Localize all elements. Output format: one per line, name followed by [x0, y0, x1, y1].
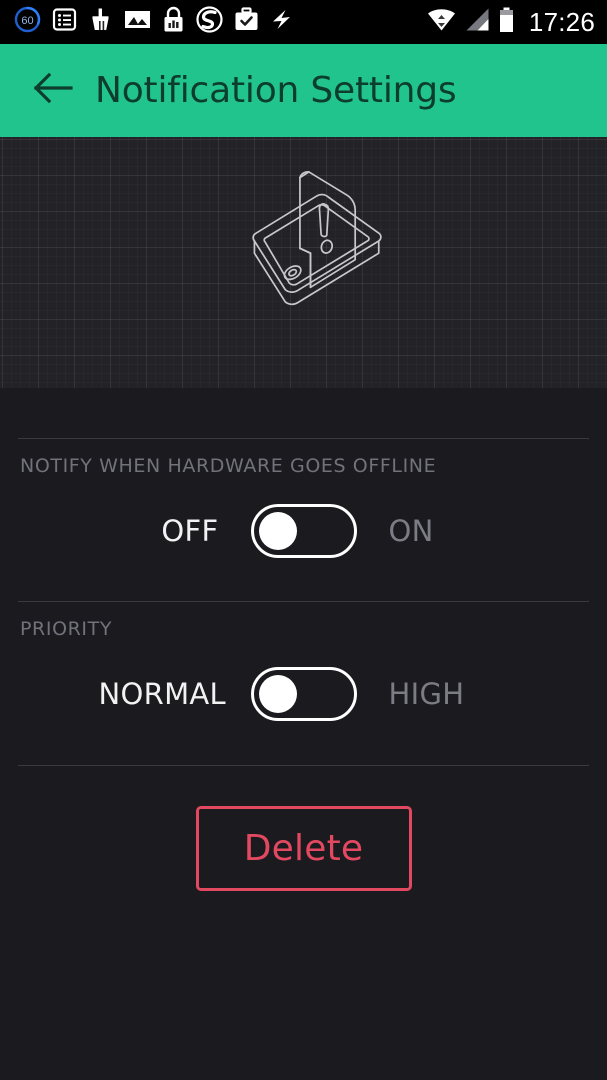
briefcase-check-icon	[234, 7, 259, 37]
section-priority: PRIORITY NORMAL HIGH	[0, 601, 607, 721]
notify-offline-on-label[interactable]: ON	[389, 514, 509, 548]
toggle-knob	[258, 675, 297, 713]
delete-button[interactable]: Delete	[195, 806, 412, 891]
status-bar: 60 17:26	[0, 0, 607, 44]
cellular-signal-icon	[465, 7, 490, 37]
notify-offline-toggle[interactable]	[250, 504, 357, 558]
delete-section-divider	[18, 765, 589, 766]
section-label-notify-offline: NOTIFY WHEN HARDWARE GOES OFFLINE	[20, 455, 437, 477]
delete-button-wrapper: Delete	[0, 806, 607, 891]
toggle-knob	[258, 512, 297, 550]
battery-saver-60-icon: 60	[14, 6, 41, 38]
priority-normal-label[interactable]: NORMAL	[99, 677, 226, 711]
delete-section	[0, 765, 607, 766]
app-bar: Notification Settings	[0, 44, 607, 137]
page-title: Notification Settings	[95, 69, 457, 111]
hero-banner	[0, 137, 607, 388]
battery-icon	[499, 7, 514, 38]
task-list-icon	[52, 7, 77, 37]
lightning-bolt-icon	[270, 7, 293, 37]
phone-notification-alert-illustration	[174, 158, 434, 368]
cleaner-broom-icon	[88, 7, 113, 37]
priority-toggle-row: NORMAL HIGH	[0, 667, 607, 721]
gallery-image-icon	[124, 7, 151, 37]
notify-offline-toggle-row: OFF ON	[0, 504, 607, 558]
priority-toggle[interactable]	[250, 667, 357, 721]
status-bar-left-icons: 60	[14, 6, 427, 38]
status-bar-right-icons: 17:26	[427, 7, 595, 38]
priority-high-label[interactable]: HIGH	[389, 677, 509, 711]
notify-offline-off-label[interactable]: OFF	[99, 514, 219, 548]
back-button[interactable]	[30, 68, 76, 114]
s-circle-logo-icon	[196, 6, 223, 38]
svg-text:60: 60	[21, 15, 33, 27]
wifi-icon	[427, 7, 456, 37]
notification-settings-screen: 60 17:26 Notification Settings NOTIFY WH…	[0, 0, 607, 1080]
section-label-priority: PRIORITY	[20, 618, 113, 640]
status-bar-clock: 17:26	[528, 7, 595, 37]
section-notify-offline: NOTIFY WHEN HARDWARE GOES OFFLINE OFF ON	[0, 438, 607, 558]
lock-stats-icon	[162, 6, 185, 38]
arrow-left-icon	[31, 70, 75, 111]
